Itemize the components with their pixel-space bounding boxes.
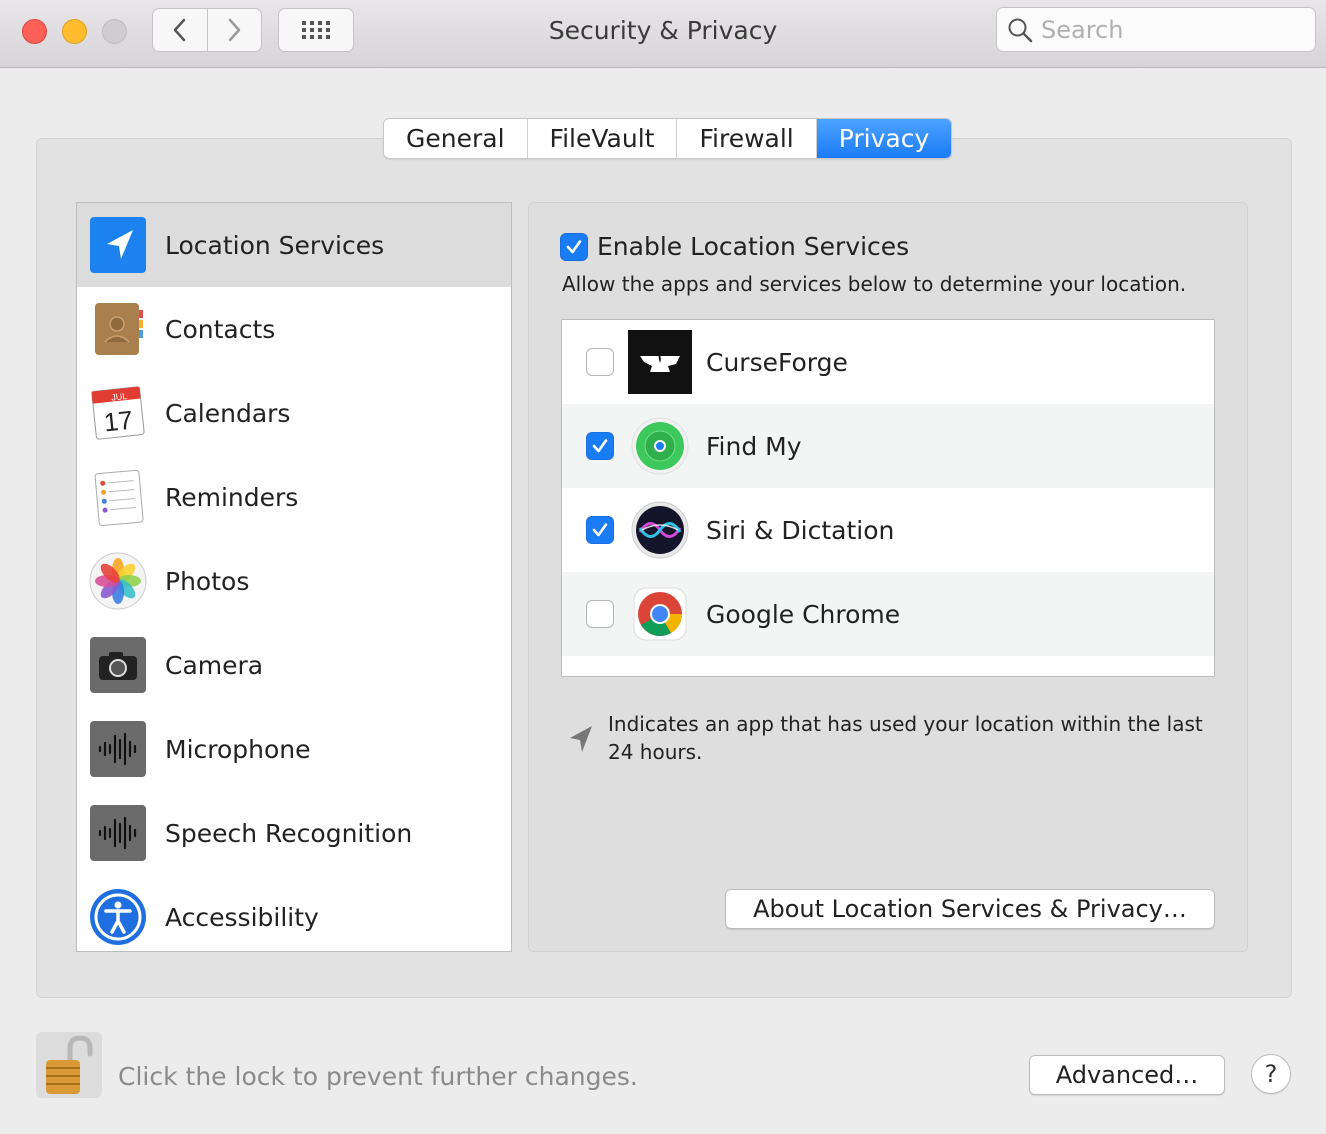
app-checkbox[interactable]	[586, 432, 614, 460]
app-name: CurseForge	[706, 348, 848, 377]
lock-button[interactable]	[36, 1032, 102, 1098]
enable-location-services-label: Enable Location Services	[597, 232, 910, 261]
find-my-icon	[631, 417, 689, 475]
privacy-category-list: Location Services Contacts JUL 17 Calend…	[76, 202, 512, 952]
sidebar-item-label: Contacts	[165, 314, 276, 344]
sidebar-item-label: Reminders	[165, 482, 299, 512]
app-checkbox[interactable]	[586, 516, 614, 544]
sidebar-item-label: Accessibility	[165, 902, 319, 932]
app-name: Siri & Dictation	[706, 516, 895, 545]
tab-general[interactable]: General	[384, 119, 528, 158]
speech-waveform-icon	[90, 805, 146, 861]
location-arrow-icon	[570, 726, 592, 752]
siri-icon	[631, 501, 689, 559]
chrome-icon	[633, 587, 687, 641]
location-arrow-icon	[90, 217, 146, 273]
microphone-waveform-icon	[90, 721, 146, 777]
legend-text: Indicates an app that has used your loca…	[608, 712, 1203, 764]
location-description: Allow the apps and services below to det…	[562, 272, 1187, 296]
sidebar-item-contacts[interactable]: Contacts	[77, 287, 511, 371]
photos-flower-icon	[89, 552, 147, 610]
sidebar-item-camera[interactable]: Camera	[77, 623, 511, 707]
sidebar-item-label: Calendars	[165, 398, 291, 428]
search-field[interactable]: Search	[996, 7, 1316, 52]
app-checkbox[interactable]	[586, 348, 614, 376]
sidebar-item-label: Photos	[165, 566, 250, 596]
sidebar-item-location-services[interactable]: Location Services	[77, 203, 511, 287]
reminders-icon	[94, 469, 144, 526]
checkmark-icon	[566, 239, 582, 253]
location-legend: Indicates an app that has used your loca…	[566, 710, 1208, 766]
unlocked-padlock-icon	[46, 1035, 93, 1094]
enable-location-services-row: Enable Location Services	[560, 232, 909, 261]
checkmark-icon	[592, 439, 608, 453]
list-item[interactable]: CurseForge	[562, 320, 1214, 404]
list-item[interactable]: Google Chrome	[562, 572, 1214, 656]
sidebar-item-microphone[interactable]: Microphone	[77, 707, 511, 791]
calendar-icon: JUL 17	[91, 386, 145, 440]
app-name: Google Chrome	[706, 600, 901, 629]
list-item[interactable]: Find My	[562, 404, 1214, 488]
tab-privacy[interactable]: Privacy	[816, 119, 952, 158]
tab-bar: General FileVault Firewall Privacy	[383, 118, 953, 159]
list-item[interactable]: Siri & Dictation	[562, 488, 1214, 572]
accessibility-icon	[90, 889, 146, 945]
sidebar-item-accessibility[interactable]: Accessibility	[77, 875, 511, 951]
tab-filevault[interactable]: FileVault	[528, 119, 678, 158]
lock-status-text: Click the lock to prevent further change…	[118, 1062, 638, 1091]
sidebar-item-calendars[interactable]: JUL 17 Calendars	[77, 371, 511, 455]
sidebar-item-label: Camera	[165, 650, 264, 680]
checkmark-icon	[592, 523, 608, 537]
search-placeholder: Search	[1041, 15, 1124, 44]
camera-icon	[90, 637, 146, 693]
svg-text:17: 17	[102, 405, 134, 438]
sidebar-item-photos[interactable]: Photos	[77, 539, 511, 623]
advanced-button[interactable]: Advanced…	[1029, 1055, 1225, 1095]
sidebar-item-reminders[interactable]: Reminders	[77, 455, 511, 539]
app-name: Find My	[706, 432, 802, 461]
curseforge-anvil-icon	[628, 330, 692, 394]
svg-text:JUL: JUL	[111, 391, 128, 403]
search-icon	[1008, 18, 1033, 42]
enable-location-services-checkbox[interactable]	[560, 232, 588, 261]
sidebar-item-label: Location Services	[165, 230, 385, 260]
app-list: CurseForge Find My Siri & Dictation Goog…	[561, 319, 1215, 677]
contacts-book-icon	[95, 303, 143, 355]
tab-firewall[interactable]: Firewall	[677, 119, 817, 158]
help-button[interactable]: ?	[1251, 1054, 1291, 1094]
sidebar-item-label: Microphone	[165, 734, 311, 764]
sidebar-item-label: Speech Recognition	[165, 818, 413, 848]
title-bar: Security & Privacy Search	[0, 0, 1326, 68]
app-checkbox[interactable]	[586, 600, 614, 628]
sidebar-item-speech-recognition[interactable]: Speech Recognition	[77, 791, 511, 875]
about-location-services-button[interactable]: About Location Services & Privacy…	[725, 889, 1215, 929]
